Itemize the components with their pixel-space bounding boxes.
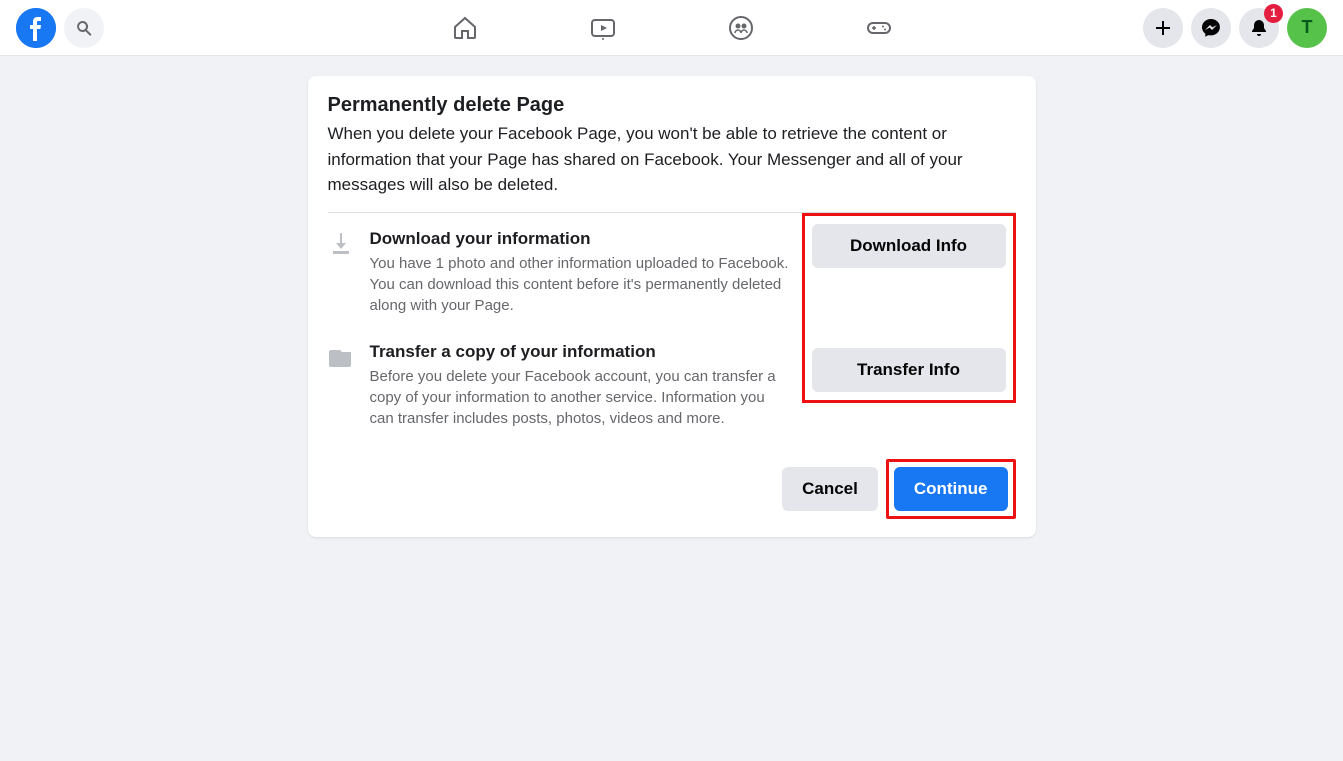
dialog-body: Permanently delete Page When you delete …: [308, 76, 1036, 443]
gaming-icon: [865, 14, 893, 42]
transfer-title: Transfer a copy of your information: [370, 342, 790, 362]
create-button[interactable]: [1143, 8, 1183, 48]
facebook-logo[interactable]: [16, 8, 56, 48]
center-navigation: [400, 0, 944, 56]
bell-icon: [1249, 18, 1269, 38]
transfer-desc: Before you delete your Facebook account,…: [370, 366, 790, 429]
search-icon: [76, 20, 92, 36]
plus-icon: [1153, 18, 1173, 38]
messenger-button[interactable]: [1191, 8, 1231, 48]
watch-icon: [589, 14, 617, 42]
notifications-button[interactable]: 1: [1239, 8, 1279, 48]
avatar-initial: T: [1302, 17, 1313, 38]
continue-button[interactable]: Continue: [894, 467, 1008, 511]
notification-badge: 1: [1264, 4, 1283, 23]
nav-home[interactable]: [400, 2, 530, 54]
side-buttons-column: Download Info Transfer Info: [802, 213, 1016, 403]
dialog-description: When you delete your Facebook Page, you …: [328, 121, 1016, 198]
home-icon: [451, 14, 479, 42]
transfer-info-row: Transfer a copy of your information Befo…: [328, 326, 802, 439]
download-text: Download your information You have 1 pho…: [370, 229, 802, 316]
top-navigation-bar: 1 T: [0, 0, 1343, 56]
download-info-row: Download your information You have 1 pho…: [328, 213, 802, 326]
search-button[interactable]: [64, 8, 104, 48]
groups-icon: [727, 14, 755, 42]
download-desc: You have 1 photo and other information u…: [370, 253, 790, 316]
right-action-icons: 1 T: [1143, 8, 1327, 48]
transfer-info-button[interactable]: Transfer Info: [812, 348, 1006, 392]
cancel-button[interactable]: Cancel: [782, 467, 878, 511]
download-info-button[interactable]: Download Info: [812, 224, 1006, 268]
transfer-text: Transfer a copy of your information Befo…: [370, 342, 802, 429]
nav-groups[interactable]: [676, 2, 806, 54]
highlight-annotation-buttons: Download Info Transfer Info: [802, 213, 1016, 403]
transfer-icon: [328, 342, 356, 375]
delete-page-dialog: Permanently delete Page When you delete …: [308, 76, 1036, 537]
dialog-title: Permanently delete Page: [328, 94, 1016, 117]
profile-avatar[interactable]: T: [1287, 8, 1327, 48]
nav-watch[interactable]: [538, 2, 668, 54]
dialog-footer: Cancel Continue: [308, 443, 1036, 537]
highlight-annotation-continue: Continue: [886, 459, 1016, 519]
download-icon: [328, 229, 356, 262]
nav-gaming[interactable]: [814, 2, 944, 54]
messenger-icon: [1201, 18, 1221, 38]
download-title: Download your information: [370, 229, 790, 249]
